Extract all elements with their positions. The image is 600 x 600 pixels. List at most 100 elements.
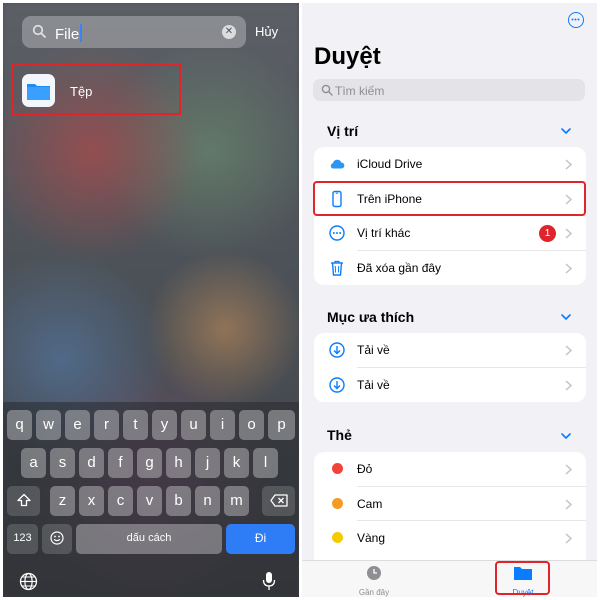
favorite-label: Tải về bbox=[357, 377, 390, 392]
collapse-chevron-icon[interactable] bbox=[560, 311, 572, 323]
key-s[interactable]: s bbox=[50, 448, 75, 478]
search-placeholder: Tìm kiếm bbox=[335, 84, 385, 98]
location-label: iCloud Drive bbox=[357, 157, 423, 171]
more-options-icon[interactable] bbox=[568, 12, 584, 28]
key-o[interactable]: o bbox=[239, 410, 264, 440]
location-label: Vị trí khác bbox=[357, 226, 411, 240]
microphone-icon[interactable] bbox=[262, 571, 276, 591]
tags-list: Đỏ Cam Vàng bbox=[314, 452, 586, 564]
files-browse-screen: Duyệt Tìm kiếm Vị trí iCloud Drive Trên … bbox=[302, 3, 597, 597]
chevron-right-icon bbox=[565, 159, 572, 170]
key-j[interactable]: j bbox=[195, 448, 220, 478]
cancel-button[interactable]: Hủy bbox=[255, 24, 278, 39]
chevron-right-icon bbox=[565, 345, 572, 356]
spotlight-search-screen: File ✕ Hủy Tệp q w e r t y u i o p a s d… bbox=[3, 3, 299, 597]
location-label: Đã xóa gần đây bbox=[357, 260, 442, 275]
trash-icon bbox=[331, 260, 343, 276]
text-caret bbox=[80, 24, 83, 42]
search-icon bbox=[321, 84, 333, 96]
chevron-right-icon bbox=[565, 533, 572, 544]
search-input[interactable]: File bbox=[55, 24, 83, 43]
shift-key[interactable] bbox=[7, 486, 40, 516]
tab-bar: Gần đây Duyệt bbox=[302, 560, 597, 597]
search-icon bbox=[32, 24, 46, 38]
key-d[interactable]: d bbox=[79, 448, 104, 478]
key-x[interactable]: x bbox=[79, 486, 104, 516]
globe-icon[interactable] bbox=[19, 572, 38, 591]
key-z[interactable]: z bbox=[50, 486, 75, 516]
key-a[interactable]: a bbox=[21, 448, 46, 478]
go-key[interactable]: Đi bbox=[226, 524, 295, 554]
cloud-icon bbox=[330, 159, 345, 169]
key-c[interactable]: c bbox=[108, 486, 133, 516]
ellipsis-circle-icon bbox=[329, 225, 345, 241]
section-header-tags[interactable]: Thẻ bbox=[327, 427, 352, 443]
files-app-icon bbox=[22, 74, 55, 107]
search-result-files-app[interactable]: Tệp bbox=[11, 64, 181, 115]
key-l[interactable]: l bbox=[253, 448, 278, 478]
key-i[interactable]: i bbox=[210, 410, 235, 440]
favorites-list: Tải về Tải về bbox=[314, 333, 586, 402]
chevron-right-icon bbox=[565, 262, 572, 274]
chevron-right-icon bbox=[565, 498, 572, 510]
shift-icon bbox=[16, 493, 31, 507]
favorite-downloads[interactable]: Tải về bbox=[314, 333, 586, 368]
favorite-downloads[interactable]: Tải về bbox=[314, 368, 586, 403]
key-g[interactable]: g bbox=[137, 448, 162, 478]
key-b[interactable]: b bbox=[166, 486, 191, 516]
clear-icon[interactable]: ✕ bbox=[222, 25, 236, 39]
backspace-key[interactable] bbox=[262, 486, 295, 516]
key-r[interactable]: r bbox=[94, 410, 119, 440]
red-tag-dot-icon bbox=[332, 463, 343, 474]
yellow-tag-dot-icon bbox=[332, 532, 343, 543]
highlight-browse-tab bbox=[495, 561, 550, 595]
page-title: Duyệt bbox=[314, 43, 381, 70]
keyboard: q w e r t y u i o p a s d f g h j k l z … bbox=[3, 402, 299, 597]
location-icloud-drive[interactable]: iCloud Drive bbox=[314, 147, 586, 182]
tag-yellow[interactable]: Vàng bbox=[314, 521, 586, 556]
tag-label: Vàng bbox=[357, 531, 386, 545]
key-t[interactable]: t bbox=[123, 410, 148, 440]
tab-recents[interactable]: Gần đây bbox=[344, 565, 404, 597]
chevron-right-icon bbox=[565, 228, 572, 239]
key-h[interactable]: h bbox=[166, 448, 191, 478]
section-header-locations[interactable]: Vị trí bbox=[327, 123, 358, 139]
clock-icon bbox=[367, 566, 381, 580]
key-p[interactable]: p bbox=[268, 410, 295, 440]
location-other[interactable]: Vị trí khác 1 bbox=[314, 216, 586, 251]
search-value: File bbox=[55, 26, 80, 43]
emoji-key[interactable] bbox=[42, 524, 72, 554]
section-header-favorites[interactable]: Mục ưa thích bbox=[327, 309, 414, 325]
key-v[interactable]: v bbox=[137, 486, 162, 516]
result-label: Tệp bbox=[70, 84, 93, 99]
tag-label: Đỏ bbox=[357, 462, 373, 476]
highlight-on-iphone bbox=[313, 181, 586, 216]
backspace-icon bbox=[269, 494, 288, 507]
key-y[interactable]: y bbox=[152, 410, 177, 440]
key-f[interactable]: f bbox=[108, 448, 133, 478]
files-search-field[interactable]: Tìm kiếm bbox=[313, 79, 585, 101]
tag-orange[interactable]: Cam bbox=[314, 487, 586, 521]
locations-list: iCloud Drive Trên iPhone Vị trí khác 1 Đ… bbox=[314, 147, 586, 285]
spotlight-search-field[interactable]: File ✕ bbox=[22, 16, 246, 48]
key-m[interactable]: m bbox=[224, 486, 249, 516]
favorite-label: Tải về bbox=[357, 343, 390, 357]
key-w[interactable]: w bbox=[36, 410, 61, 440]
collapse-chevron-icon[interactable] bbox=[560, 125, 572, 137]
tag-red[interactable]: Đỏ bbox=[314, 452, 586, 487]
collapse-chevron-icon[interactable] bbox=[560, 430, 572, 442]
chevron-right-icon bbox=[565, 464, 572, 475]
location-recently-deleted[interactable]: Đã xóa gần đây bbox=[314, 251, 586, 286]
tag-label: Cam bbox=[357, 496, 383, 511]
key-e[interactable]: e bbox=[65, 410, 90, 440]
chevron-right-icon bbox=[565, 379, 572, 391]
emoji-icon bbox=[50, 531, 64, 545]
key-k[interactable]: k bbox=[224, 448, 249, 478]
key-q[interactable]: q bbox=[7, 410, 32, 440]
key-u[interactable]: u bbox=[181, 410, 206, 440]
numbers-key[interactable]: 123 bbox=[7, 524, 38, 554]
key-n[interactable]: n bbox=[195, 486, 220, 516]
space-key[interactable]: dấu cách bbox=[76, 524, 222, 554]
tab-label: Gần đây bbox=[358, 588, 390, 597]
download-icon bbox=[329, 376, 345, 393]
